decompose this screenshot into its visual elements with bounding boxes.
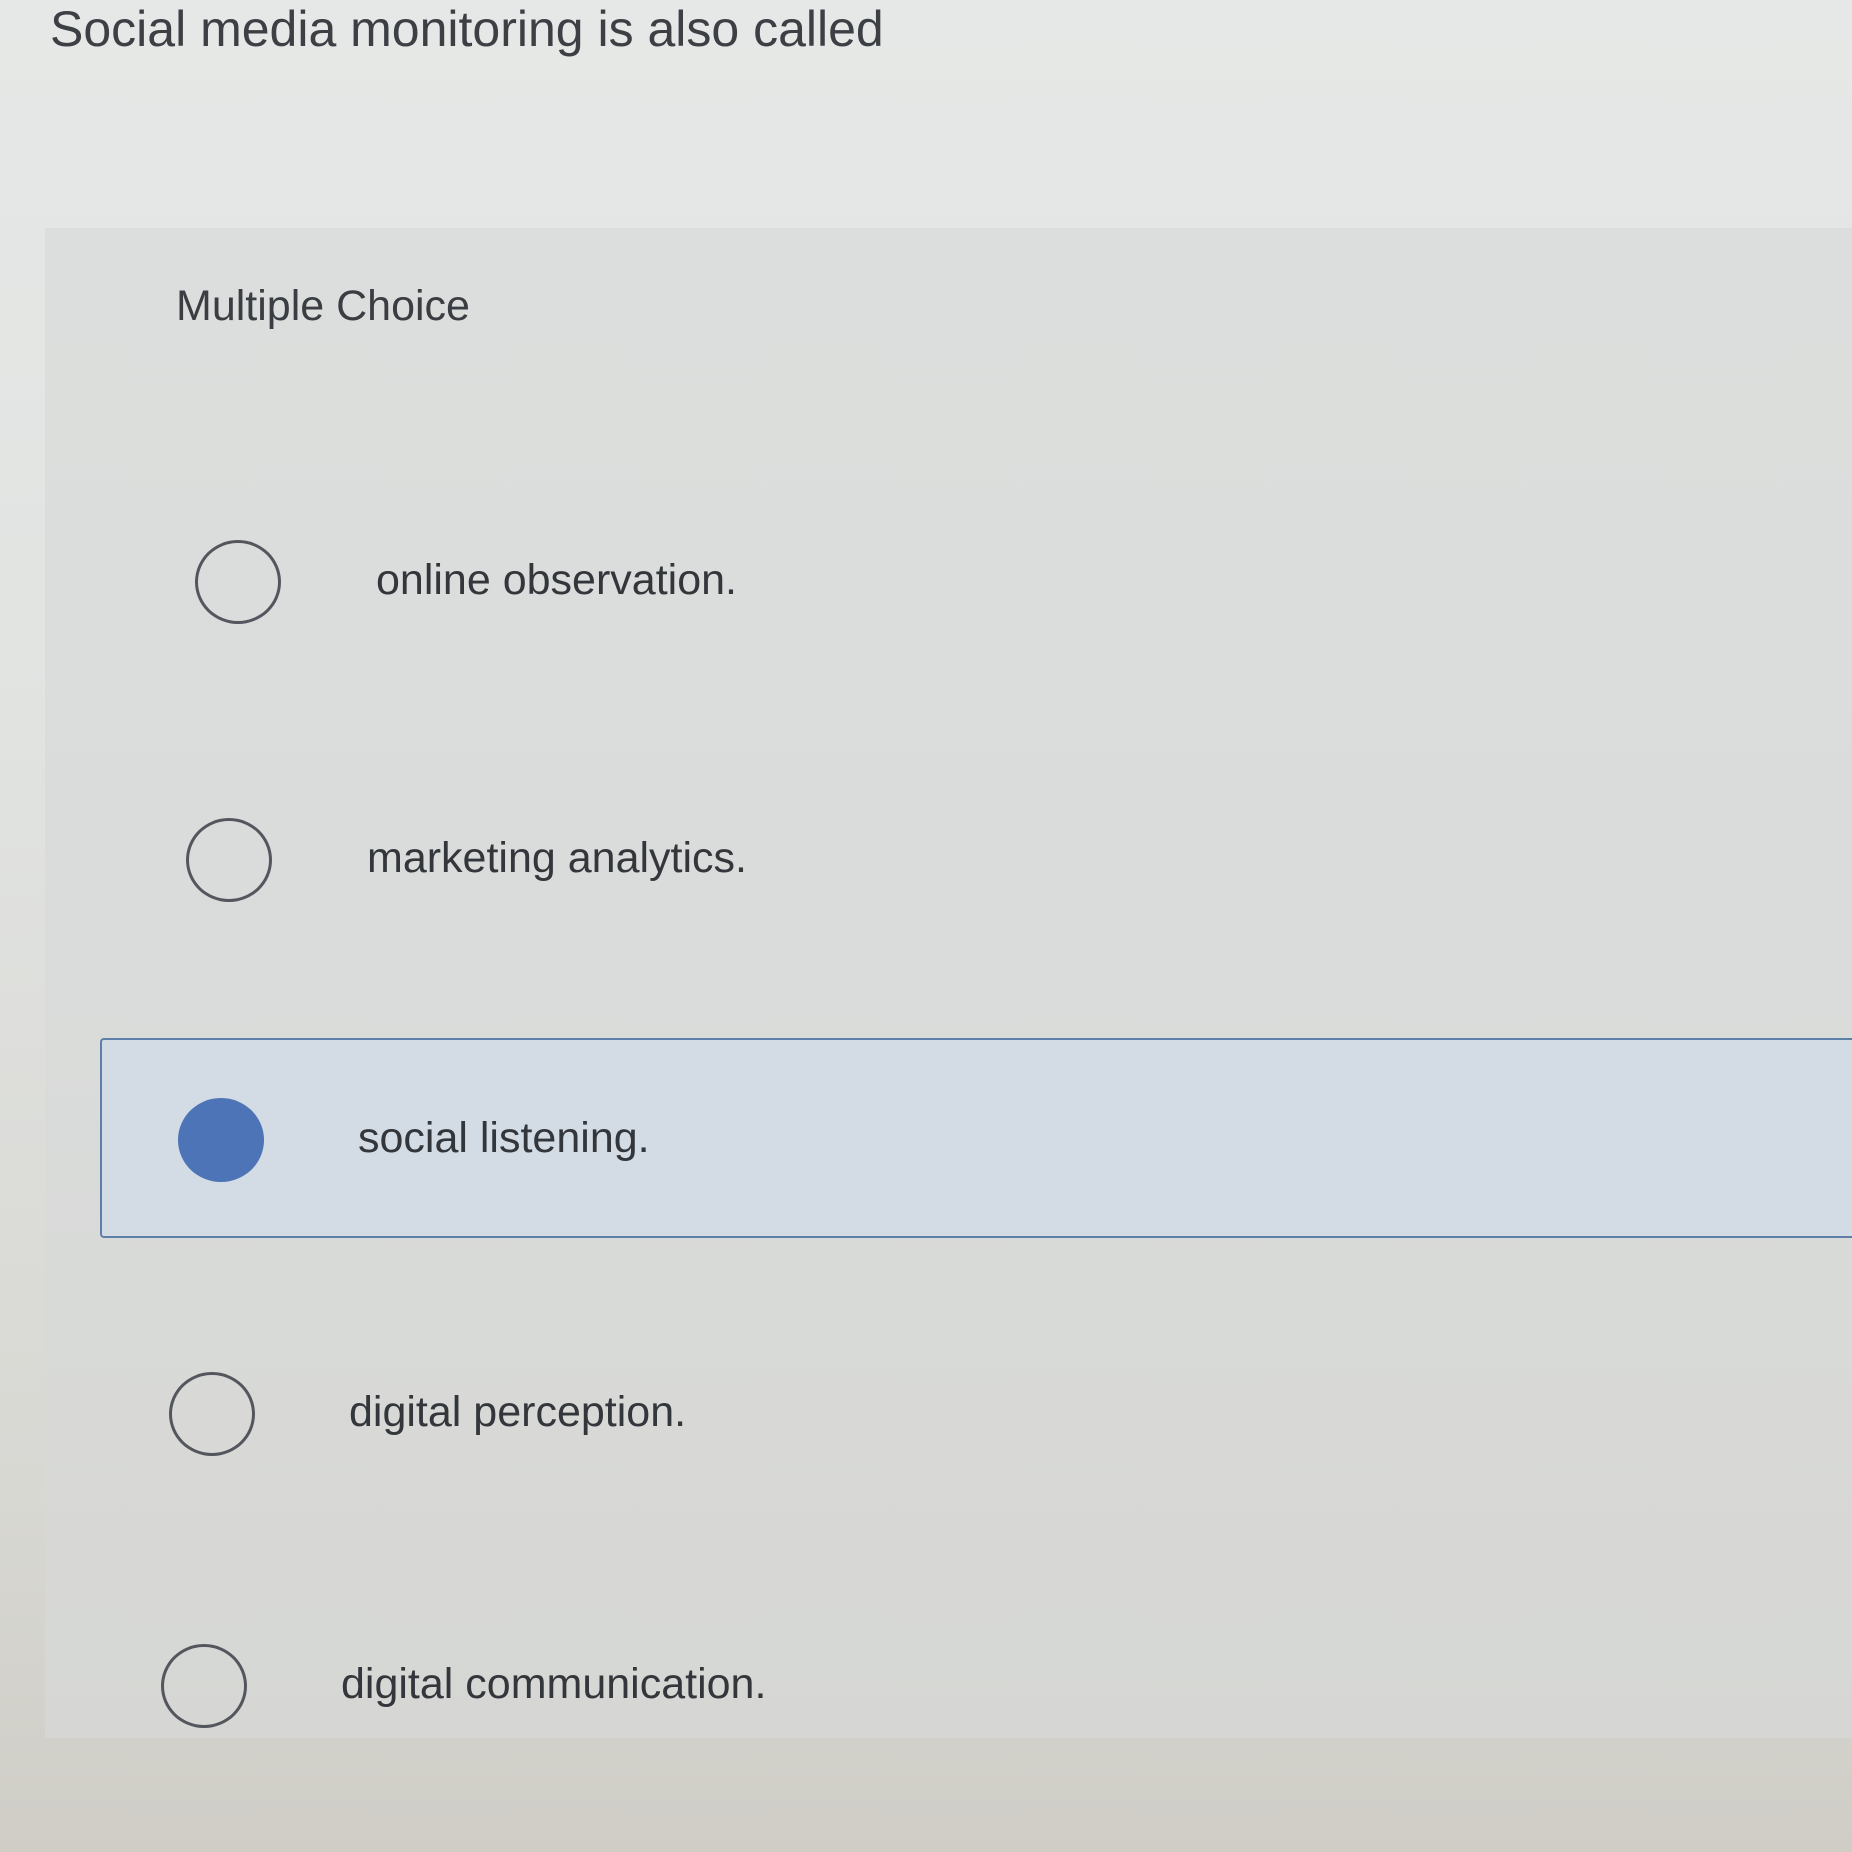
answer-option-social-listening[interactable]: social listening. — [100, 1038, 1852, 1238]
option-label: digital perception. — [349, 1388, 687, 1436]
radio-button[interactable] — [161, 1644, 247, 1728]
option-label: social listening. — [358, 1114, 650, 1162]
question-type-label: Multiple Choice — [176, 282, 470, 330]
radio-button[interactable] — [186, 818, 272, 902]
answer-option-marketing-analytics[interactable]: marketing analytics. — [100, 762, 1852, 962]
answer-option-online-observation[interactable]: online observation. — [100, 484, 1852, 684]
answer-option-digital-perception[interactable]: digital perception. — [100, 1316, 1852, 1516]
radio-button[interactable] — [169, 1372, 255, 1456]
radio-button-selected[interactable] — [178, 1098, 264, 1182]
option-label: online observation. — [376, 556, 737, 604]
answer-option-digital-communication[interactable]: digital communication. — [100, 1588, 1852, 1788]
question-text: Social media monitoring is also called — [50, 1, 884, 57]
option-label: digital communication. — [341, 1660, 767, 1708]
radio-button[interactable] — [195, 540, 281, 624]
option-label: marketing analytics. — [367, 834, 747, 882]
